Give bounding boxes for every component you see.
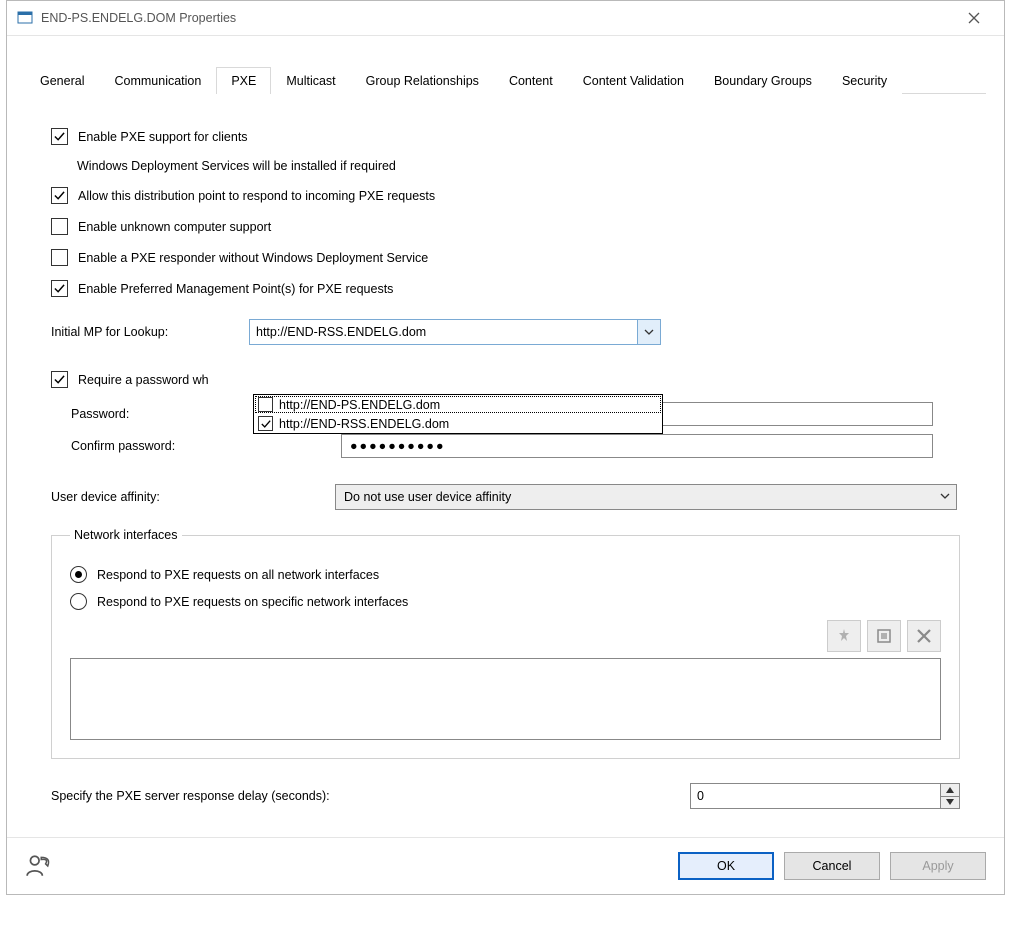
allow-respond-row: Allow this distribution point to respond… [51,187,960,204]
initial-mp-input[interactable] [250,320,637,344]
edit-interface-button[interactable] [867,620,901,652]
mp-option-1[interactable]: http://END-RSS.ENDELG.dom [254,414,662,433]
responder-checkbox[interactable] [51,249,68,266]
enable-pxe-label: Enable PXE support for clients [78,130,248,144]
tab-communication[interactable]: Communication [99,67,216,94]
delay-row: Specify the PXE server response delay (s… [51,783,960,809]
enable-pxe-checkbox[interactable] [51,128,68,145]
mp-option-0[interactable]: http://END-PS.ENDELG.dom [254,395,662,414]
netif-all-radio[interactable] [70,566,87,583]
enable-pxe-row: Enable PXE support for clients [51,128,960,145]
delay-input[interactable] [691,784,940,808]
responder-row: Enable a PXE responder without Windows D… [51,249,960,266]
initial-mp-combo[interactable] [249,319,661,345]
delay-label: Specify the PXE server response delay (s… [51,789,690,803]
wds-note: Windows Deployment Services will be inst… [77,159,960,173]
tab-content-validation[interactable]: Content Validation [568,67,699,94]
pxe-pane: Enable PXE support for clients Windows D… [25,94,986,827]
delay-spin-down[interactable] [941,797,959,809]
titlebar: END-PS.ENDELG.DOM Properties [7,1,1004,36]
uda-select[interactable]: Do not use user device affinity [335,484,957,510]
properties-dialog: END-PS.ENDELG.DOM Properties General Com… [6,0,1005,895]
unknown-label: Enable unknown computer support [78,220,271,234]
require-pw-row: Require a password wh [51,371,960,388]
tab-group-relationships[interactable]: Group Relationships [351,67,494,94]
initial-mp-label: Initial MP for Lookup: [51,325,249,339]
mp-option-0-label: http://END-PS.ENDELG.dom [279,398,440,412]
tab-pxe[interactable]: PXE [216,67,271,94]
uda-row: User device affinity: Do not use user de… [51,484,960,510]
netif-specific-row: Respond to PXE requests on specific netw… [70,593,941,610]
delay-spin-up[interactable] [941,784,959,797]
require-pw-label: Require a password wh [78,373,209,387]
tab-multicast[interactable]: Multicast [271,67,350,94]
window-title: END-PS.ENDELG.DOM Properties [41,11,954,25]
mp-option-0-checkbox[interactable] [258,397,273,412]
dialog-footer: OK Cancel Apply [7,837,1004,894]
delay-spin-buttons [940,784,959,808]
initial-mp-row: Initial MP for Lookup: [51,319,960,345]
allow-respond-label: Allow this distribution point to respond… [78,189,435,203]
allow-respond-checkbox[interactable] [51,187,68,204]
netif-all-row: Respond to PXE requests on all network i… [70,566,941,583]
cancel-button[interactable]: Cancel [784,852,880,880]
netif-toolbar [70,620,941,652]
network-interfaces-group: Network interfaces Respond to PXE reques… [51,528,960,759]
add-interface-button[interactable] [827,620,861,652]
unknown-row: Enable unknown computer support [51,218,960,235]
pref-mp-label: Enable Preferred Management Point(s) for… [78,282,393,296]
initial-mp-drop-button[interactable] [637,320,660,344]
delete-interface-button[interactable] [907,620,941,652]
network-interfaces-legend: Network interfaces [70,528,182,542]
confirm-password-input[interactable] [341,434,933,458]
netif-specific-radio[interactable] [70,593,87,610]
pref-mp-row: Enable Preferred Management Point(s) for… [51,280,960,297]
netif-all-label: Respond to PXE requests on all network i… [97,568,379,582]
feedback-icon[interactable] [25,853,51,879]
tab-general[interactable]: General [25,67,99,94]
mp-option-1-label: http://END-RSS.ENDELG.dom [279,417,449,431]
initial-mp-dropdown[interactable]: http://END-PS.ENDELG.dom http://END-RSS.… [253,394,663,434]
uda-label: User device affinity: [51,490,335,504]
confirm-password-row: Confirm password: [51,434,960,458]
responder-label: Enable a PXE responder without Windows D… [78,251,428,265]
app-icon [17,10,33,26]
chevron-down-icon [940,490,950,504]
tab-strip: General Communication PXE Multicast Grou… [25,66,986,94]
tab-boundary-groups[interactable]: Boundary Groups [699,67,827,94]
mp-option-1-checkbox[interactable] [258,416,273,431]
ok-button[interactable]: OK [678,852,774,880]
unknown-checkbox[interactable] [51,218,68,235]
apply-button[interactable]: Apply [890,852,986,880]
dialog-body: General Communication PXE Multicast Grou… [7,36,1004,837]
delay-spinner[interactable] [690,783,960,809]
require-pw-checkbox[interactable] [51,371,68,388]
confirm-password-label: Confirm password: [51,439,341,453]
close-button[interactable] [954,1,994,35]
uda-value: Do not use user device affinity [344,490,511,504]
interfaces-list[interactable] [70,658,941,740]
pref-mp-checkbox[interactable] [51,280,68,297]
tab-content[interactable]: Content [494,67,568,94]
netif-specific-label: Respond to PXE requests on specific netw… [97,595,408,609]
tab-security[interactable]: Security [827,67,902,94]
